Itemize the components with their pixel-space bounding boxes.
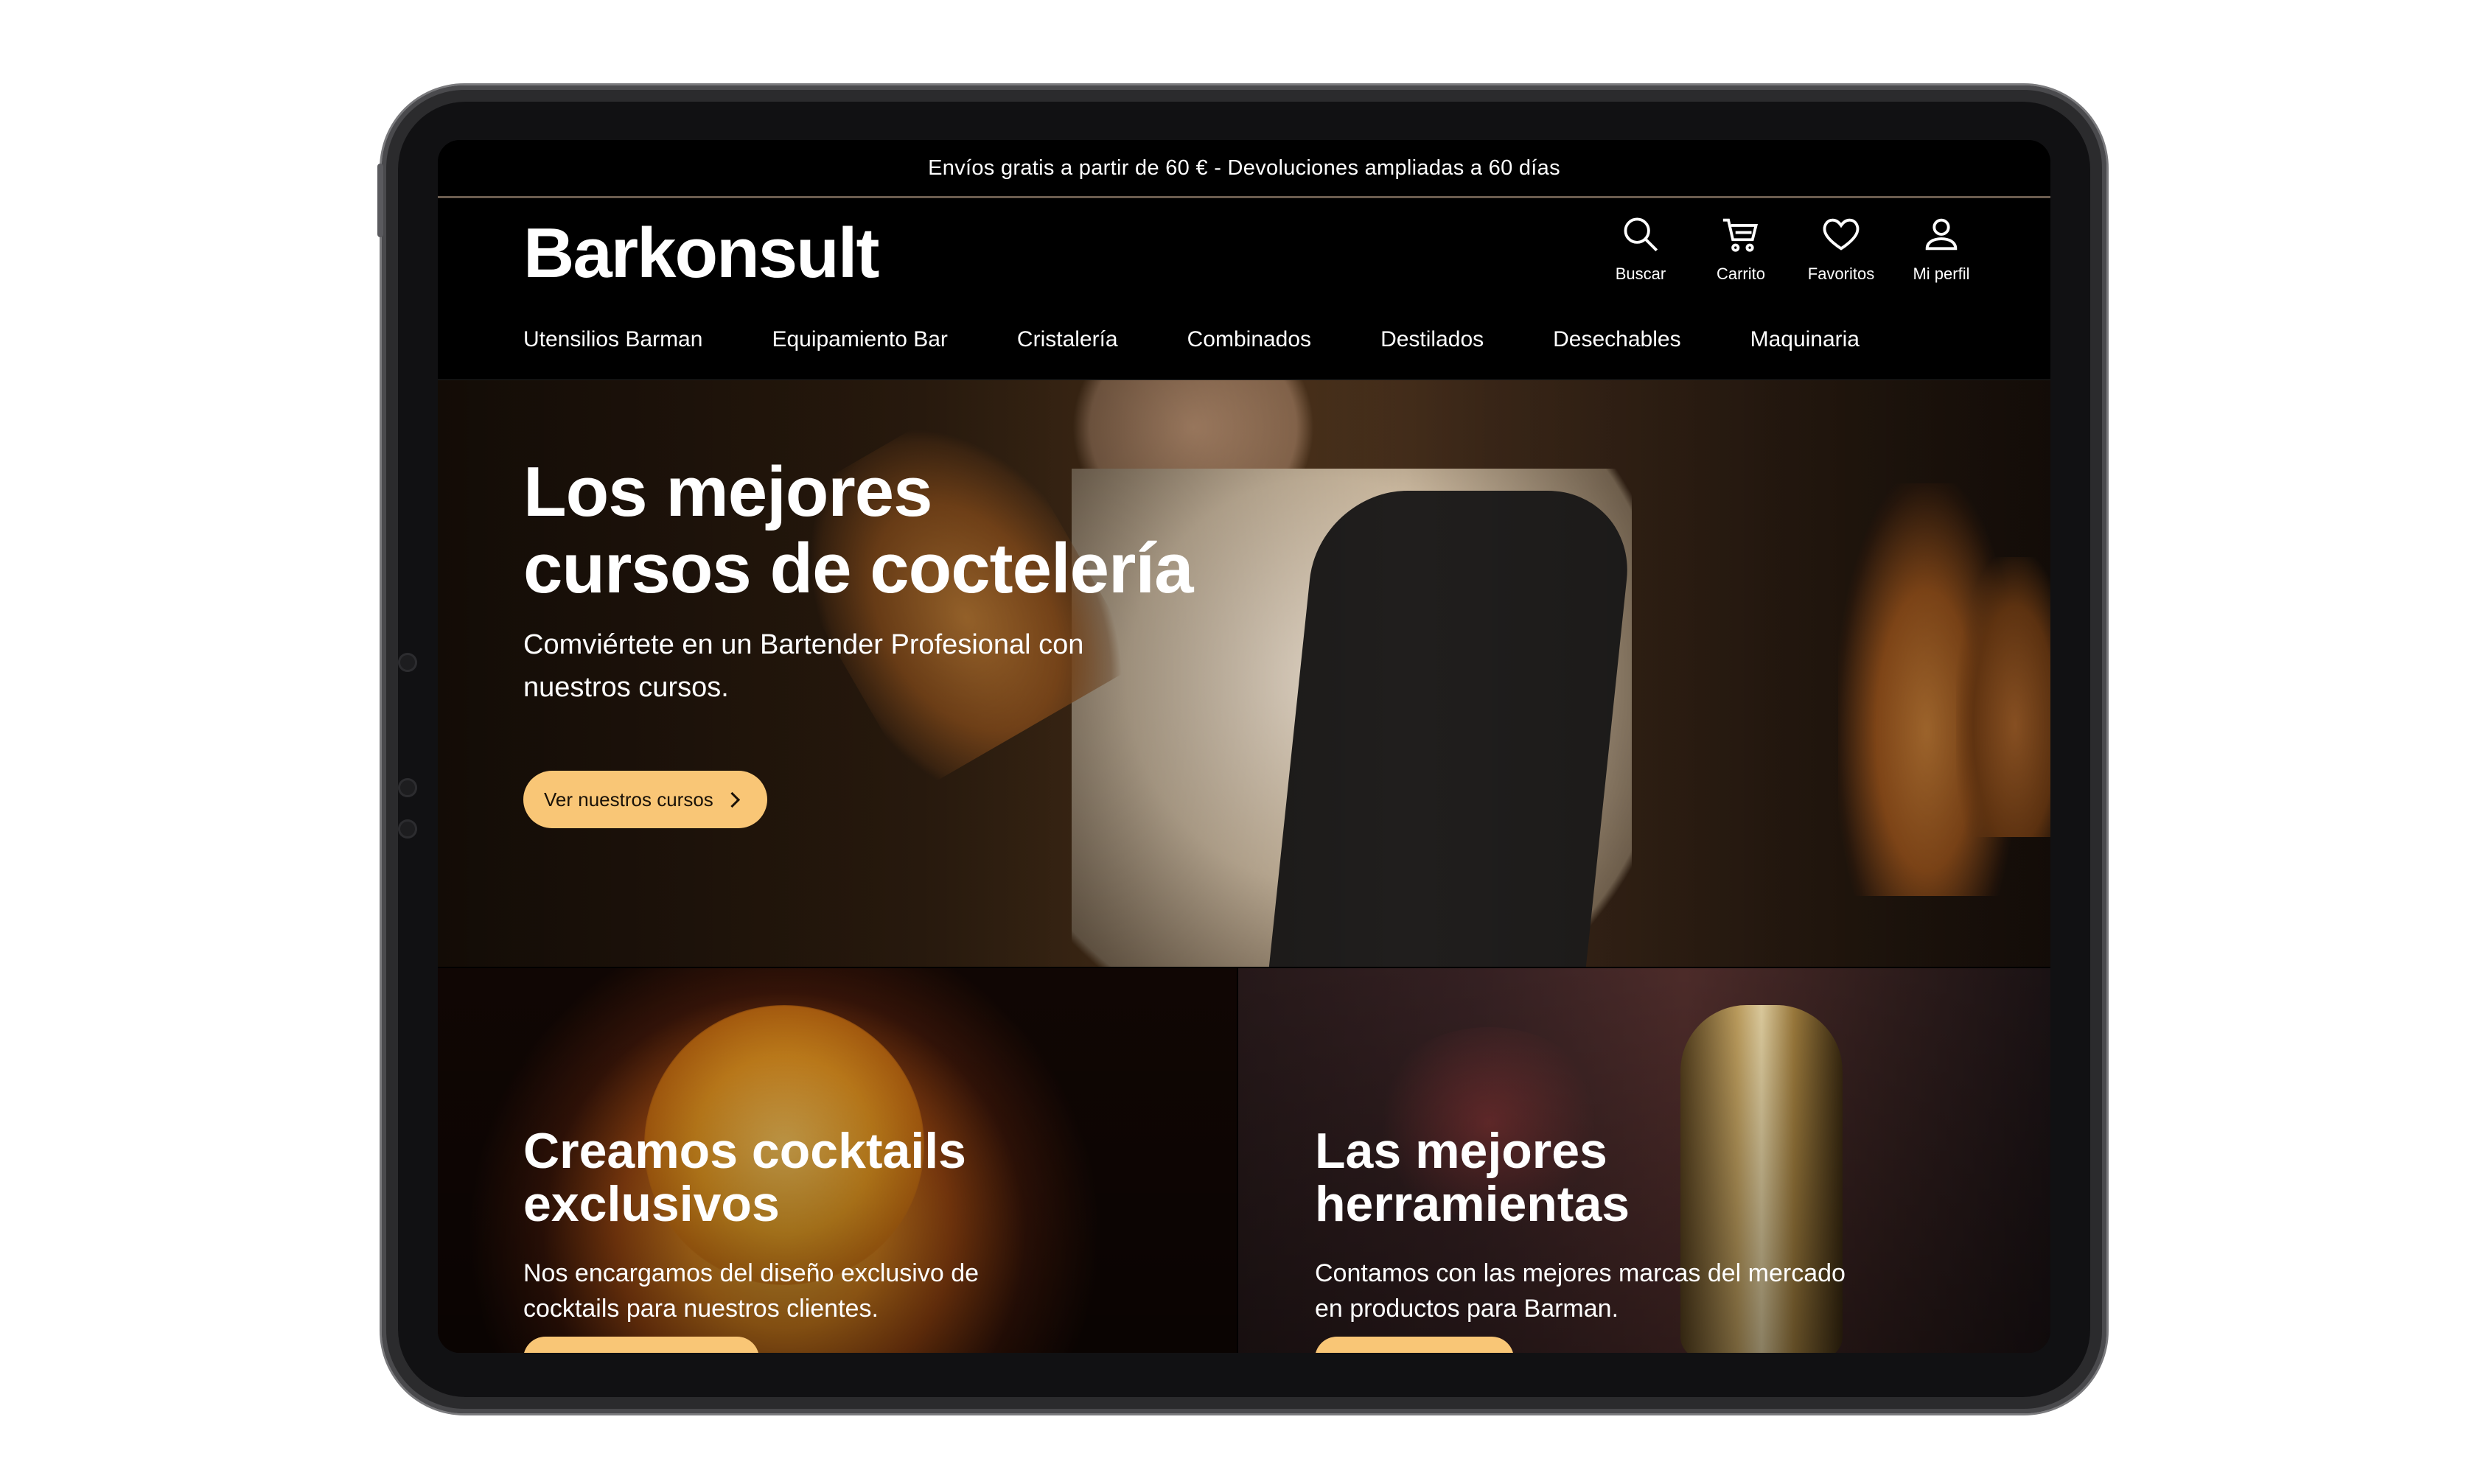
promo-card-cocktails[interactable]: Creamos cocktails exclusivos Nos encarga… <box>438 968 1237 1353</box>
tablet-side-button <box>377 164 383 237</box>
search-icon <box>1624 217 1658 252</box>
chevron-right-icon <box>724 791 740 808</box>
search-button[interactable]: Buscar <box>1591 213 1691 284</box>
nav-item-utensilios-barman[interactable]: Utensilios Barman <box>523 327 702 352</box>
view-courses-label: Ver nuestros cursos <box>544 788 713 811</box>
nav-item-maquinaria[interactable]: Maquinaria <box>1750 327 1860 352</box>
card-text: Nos encargamos del diseño exclusivo de c… <box>523 1259 980 1323</box>
cart-button[interactable]: Carrito <box>1691 213 1791 284</box>
card-button[interactable] <box>1315 1337 1514 1353</box>
profile-label: Mi perfil <box>1913 265 1970 283</box>
view-courses-button[interactable]: Ver nuestros cursos <box>523 771 767 828</box>
announcement-text: Envíos gratis a partir de 60 € - Devoluc… <box>928 155 1560 180</box>
site-header: Barkonsult Buscar Carrito Favoritos Mi p… <box>438 198 2050 380</box>
card-title-line: Creamos cocktails <box>523 1123 966 1179</box>
promo-card-tools[interactable]: Las mejores herramientas Contamos con la… <box>1238 968 2050 1353</box>
nav-item-destilados[interactable]: Destilados <box>1380 327 1484 352</box>
card-title: Creamos cocktails exclusivos <box>523 1124 966 1231</box>
nav-item-desechables[interactable]: Desechables <box>1553 327 1680 352</box>
hero-title-line: cursos de coctelería <box>523 529 1193 608</box>
header-actions: Buscar Carrito Favoritos Mi perfil <box>1591 213 1991 284</box>
nav-item-equipamiento-bar[interactable]: Equipamiento Bar <box>772 327 947 352</box>
card-text: Contamos con las mejores marcas del merc… <box>1315 1259 1846 1323</box>
hero-title-line: Los mejores <box>523 452 933 531</box>
tablet-sensor <box>398 778 417 797</box>
tablet-sensor <box>398 653 417 672</box>
main-nav: Utensilios Barman Equipamiento Bar Crist… <box>523 327 1929 352</box>
cart-icon <box>1722 218 1759 252</box>
card-title-line: exclusivos <box>523 1176 780 1232</box>
tablet-sensor <box>398 819 417 839</box>
hero-banner: Los mejores cursos de coctelería Comviér… <box>438 380 2050 967</box>
card-title-line: Las mejores <box>1315 1123 1607 1179</box>
user-icon <box>1925 218 1958 251</box>
nav-item-cristaleria[interactable]: Cristalería <box>1017 327 1118 352</box>
card-button[interactable] <box>523 1337 759 1353</box>
heart-icon <box>1823 218 1860 251</box>
website-screen: Envíos gratis a partir de 60 € - Devoluc… <box>438 140 2050 1353</box>
search-label: Buscar <box>1615 265 1666 283</box>
card-title: Las mejores herramientas <box>1315 1124 1630 1231</box>
nav-item-combinados[interactable]: Combinados <box>1187 327 1311 352</box>
profile-button[interactable]: Mi perfil <box>1891 213 1991 284</box>
card-title-line: herramientas <box>1315 1176 1630 1232</box>
favorites-label: Favoritos <box>1807 265 1875 283</box>
cart-label: Carrito <box>1716 265 1765 283</box>
hero-title: Los mejores cursos de coctelería <box>523 454 1193 607</box>
favorites-button[interactable]: Favoritos <box>1791 213 1891 284</box>
hero-subtitle: Comviértete en un Bartender Profesional … <box>523 629 1084 703</box>
brand-logo[interactable]: Barkonsult <box>523 213 879 294</box>
announcement-bar: Envíos gratis a partir de 60 € - Devoluc… <box>438 140 2050 198</box>
